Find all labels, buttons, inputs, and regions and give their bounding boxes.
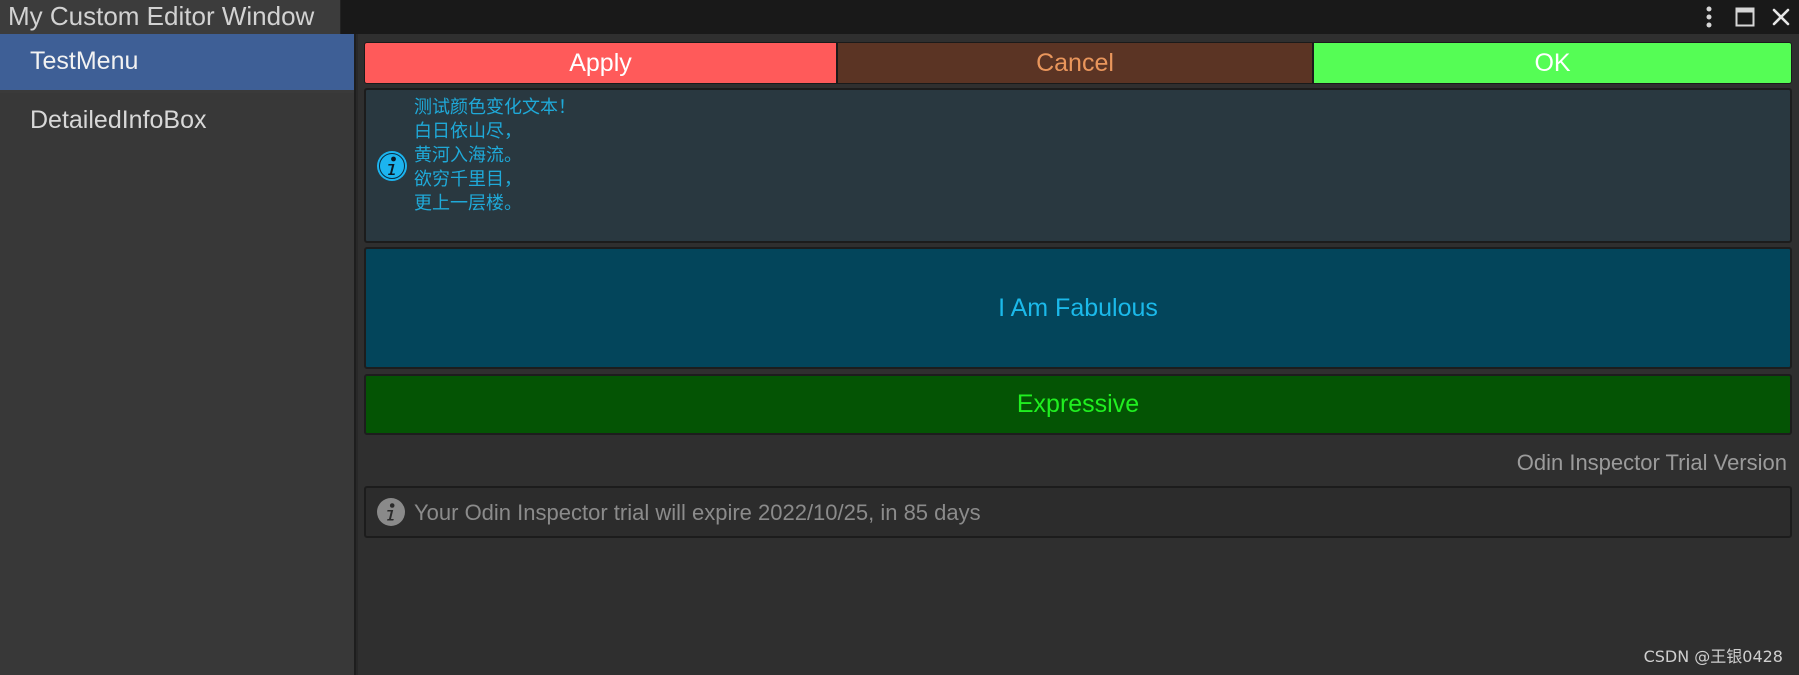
title-bar: My Custom Editor Window — [0, 0, 1799, 34]
sidebar-item-label: TestMenu — [30, 47, 139, 75]
window-tab[interactable]: My Custom Editor Window — [0, 0, 341, 34]
sidebar-item-label: DetailedInfoBox — [30, 106, 207, 134]
maximize-icon[interactable] — [1727, 0, 1763, 34]
close-icon[interactable] — [1763, 0, 1799, 34]
info-box: 测试颜色变化文本！ 白日依山尽， 黄河入海流。 欲穷千里目， 更上一层楼。 — [364, 88, 1792, 243]
button-row: Apply Cancel OK — [364, 42, 1792, 84]
info-icon — [376, 150, 408, 182]
watermark: CSDN @王银0428 — [1643, 647, 1783, 666]
sidebar-item-testmenu[interactable]: TestMenu — [0, 34, 354, 93]
sidebar-item-detailedinfobox[interactable]: DetailedInfoBox — [0, 93, 354, 150]
apply-button[interactable]: Apply — [364, 42, 837, 84]
info-icon — [376, 497, 406, 527]
sidebar-menu: TestMenu DetailedInfoBox — [0, 34, 356, 675]
info-line: 白日依山尽， — [414, 121, 522, 142]
window-controls — [1691, 0, 1799, 34]
info-line: 测试颜色变化文本！ — [414, 97, 576, 118]
window-title: My Custom Editor Window — [8, 1, 315, 31]
trial-version-label: Odin Inspector Trial Version — [1516, 450, 1787, 475]
main-panel: Apply Cancel OK 测试颜色变化文本！ 白日依山尽， 黄河入海流。 … — [358, 34, 1799, 675]
info-line: 更上一层楼。 — [414, 193, 522, 214]
kebab-menu-icon[interactable] — [1691, 0, 1727, 34]
trial-message: Your Odin Inspector trial will expire 20… — [414, 500, 981, 525]
ok-button[interactable]: OK — [1313, 42, 1792, 84]
fabulous-button[interactable]: I Am Fabulous — [364, 247, 1792, 369]
cancel-button[interactable]: Cancel — [837, 42, 1313, 84]
info-line: 欲穷千里目， — [414, 169, 522, 190]
trial-info-box: Your Odin Inspector trial will expire 20… — [364, 486, 1792, 538]
info-text: 测试颜色变化文本！ 白日依山尽， 黄河入海流。 欲穷千里目， 更上一层楼。 — [414, 96, 576, 216]
info-line: 黄河入海流。 — [414, 145, 522, 166]
expressive-button[interactable]: Expressive — [364, 374, 1792, 435]
